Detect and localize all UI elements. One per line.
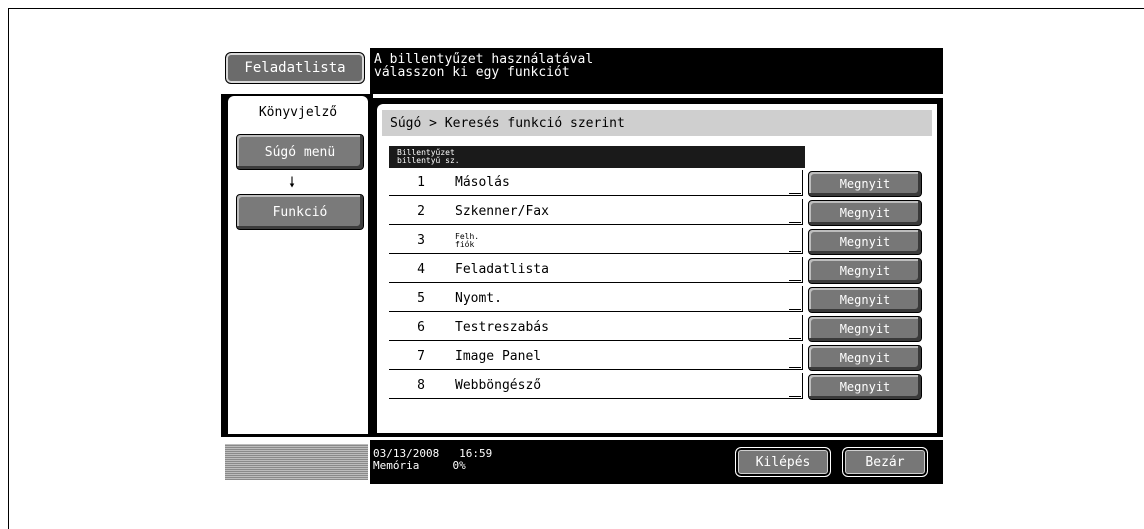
status-info: 03/13/2008 16:59 Memória 0% xyxy=(373,448,492,472)
open-button[interactable]: Megnyit xyxy=(808,200,922,226)
item-number: 2 xyxy=(417,204,425,219)
breadcrumb: Súgó > Keresés funkció szerint xyxy=(382,110,932,136)
list-item[interactable]: 1 Másolás xyxy=(389,170,803,196)
open-button[interactable]: Megnyit xyxy=(808,287,922,313)
item-number: 3 xyxy=(417,233,425,248)
item-label: Image Panel xyxy=(455,349,542,364)
item-label: Másolás xyxy=(455,175,510,190)
item-label: Felh. fiók xyxy=(455,232,479,249)
row-corner xyxy=(789,268,801,281)
footer-left-area xyxy=(225,444,368,480)
item-label: Nyomt. xyxy=(455,291,502,306)
item-number: 1 xyxy=(417,175,425,190)
open-button[interactable]: Megnyit xyxy=(808,171,922,197)
memory-value: 0% xyxy=(452,459,466,472)
help-menu-button[interactable]: Súgó menü xyxy=(236,134,364,170)
item-label-line-2: fiók xyxy=(455,239,475,249)
item-label: Szkenner/Fax xyxy=(455,204,549,219)
list-item[interactable]: 4 Feladatlista xyxy=(389,257,803,283)
item-number: 4 xyxy=(417,262,425,277)
message-line-2: válasszon ki egy funkciót xyxy=(374,65,570,80)
item-label: Feladatlista xyxy=(455,262,549,277)
list-item[interactable]: 8 Webböngésző xyxy=(389,373,803,399)
item-number: 7 xyxy=(417,349,425,364)
item-number: 5 xyxy=(417,291,425,306)
item-number: 6 xyxy=(417,320,425,335)
memory-label: Memória xyxy=(373,459,420,472)
list-header: Billentyűzet billentyű sz. xyxy=(389,146,805,168)
open-button[interactable]: Megnyit xyxy=(808,258,922,284)
open-button[interactable]: Megnyit xyxy=(808,374,922,400)
row-corner xyxy=(789,181,801,194)
item-label: Testreszabás xyxy=(455,320,549,335)
job-list-button[interactable]: Feladatlista xyxy=(225,52,365,84)
exit-button[interactable]: Kilépés xyxy=(735,447,831,477)
list-item[interactable]: 5 Nyomt. xyxy=(389,286,803,312)
open-button[interactable]: Megnyit xyxy=(808,229,922,255)
open-button[interactable]: Megnyit xyxy=(808,316,922,342)
list-item[interactable]: 2 Szkenner/Fax xyxy=(389,199,803,225)
function-button[interactable]: Funkció xyxy=(236,194,364,230)
arrow-down-icon: 🠗 xyxy=(289,175,296,191)
close-button[interactable]: Bezár xyxy=(842,447,928,477)
list-item[interactable]: 3 Felh. fiók xyxy=(389,228,803,254)
row-corner xyxy=(789,210,801,223)
row-corner xyxy=(789,355,801,368)
item-number: 8 xyxy=(417,378,425,393)
sidebar-panel xyxy=(228,124,368,434)
open-button[interactable]: Megnyit xyxy=(808,345,922,371)
list-item[interactable]: 7 Image Panel xyxy=(389,344,803,370)
list-item[interactable]: 6 Testreszabás xyxy=(389,315,803,341)
row-corner xyxy=(789,326,801,339)
list-header-line-2: billentyű sz. xyxy=(397,156,460,165)
row-corner xyxy=(789,239,801,252)
message-area: A billentyűzet használatával válasszon k… xyxy=(370,48,943,94)
item-label: Webböngésző xyxy=(455,378,542,393)
row-corner xyxy=(789,297,801,310)
row-corner xyxy=(789,384,801,397)
